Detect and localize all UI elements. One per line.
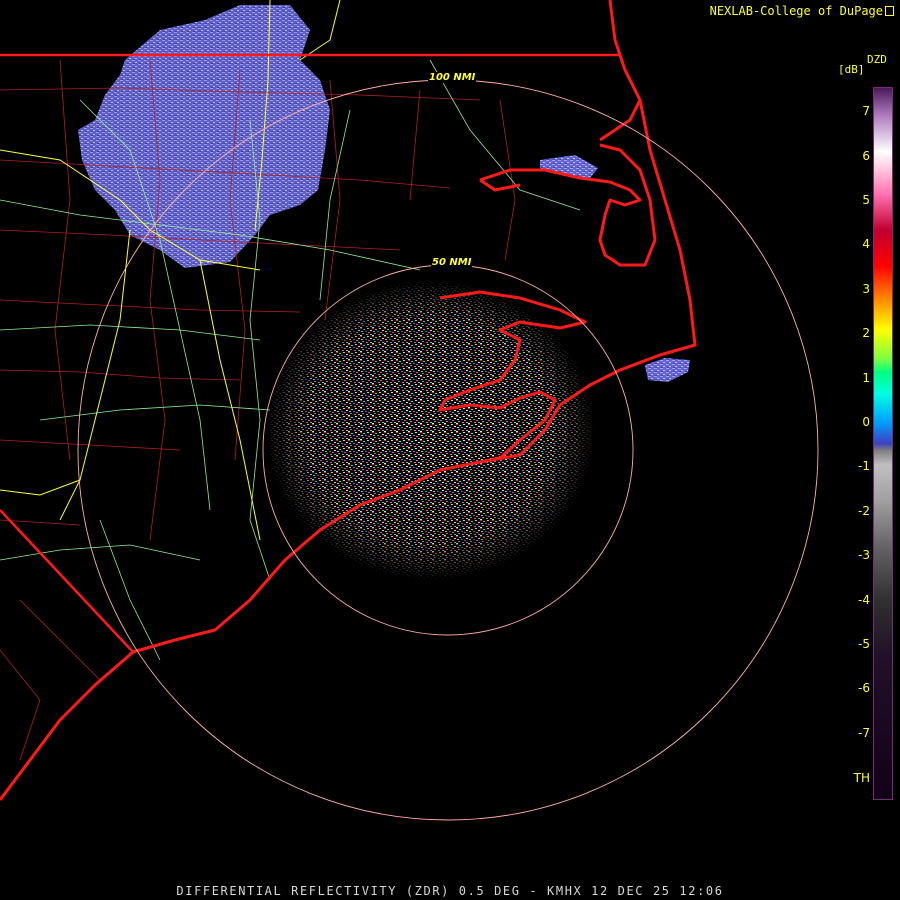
brand-text: NEXLAB-College of DuPage <box>709 4 883 18</box>
scale-tick: -3 <box>858 548 870 562</box>
ring-label-50: 50 NMI <box>431 257 473 268</box>
scale-tick: -6 <box>858 681 870 695</box>
scale-tick: -5 <box>858 637 870 651</box>
logo-icon <box>885 6 894 16</box>
radar-map <box>0 0 819 821</box>
scale-tick: 1 <box>862 371 870 385</box>
scale-tick: 4 <box>862 237 870 251</box>
scale-tick: 6 <box>862 149 870 163</box>
product-code: DZD <box>867 53 887 66</box>
product-caption: DIFFERENTIAL REFLECTIVITY (ZDR) 0.5 DEG … <box>176 884 724 898</box>
radar-screen: NEXLAB-College of DuPage DZD [dB] 100 NM… <box>0 0 900 900</box>
scale-tick: -7 <box>858 726 870 740</box>
scale-tick: TH <box>853 771 870 785</box>
ring-label-100: 100 NMI <box>428 72 477 83</box>
color-scale-bar <box>873 87 893 800</box>
scale-tick: 7 <box>862 104 870 118</box>
scale-tick: 3 <box>862 282 870 296</box>
scale-tick: 2 <box>862 326 870 340</box>
scale-tick: -2 <box>858 504 870 518</box>
scale-tick: 0 <box>862 415 870 429</box>
scale-tick: -1 <box>858 459 870 473</box>
scale-tick: 5 <box>862 193 870 207</box>
brand-label: NEXLAB-College of DuPage <box>710 4 894 18</box>
scale-tick: -4 <box>858 593 870 607</box>
units-label: [dB] <box>838 63 865 76</box>
